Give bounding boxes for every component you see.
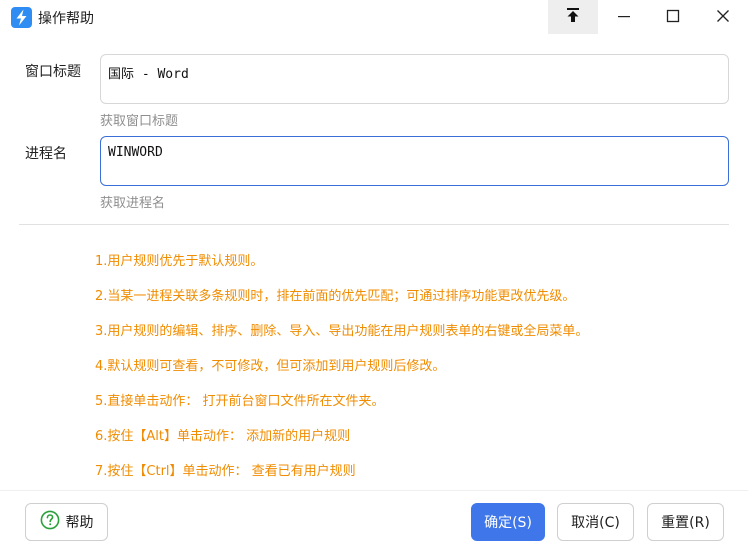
close-button[interactable] [698, 0, 748, 34]
tip-item: 1.用户规则优先于默认规则。 [95, 254, 264, 269]
divider [19, 224, 729, 225]
tip-item: 7.按住【Ctrl】单击动作： 查看已有用户规则 [95, 464, 356, 479]
footer-divider [0, 490, 748, 491]
tip-item: 5.直接单击动作： 打开前台窗口文件所在文件夹。 [95, 394, 385, 409]
help-button[interactable]: 帮助 [25, 503, 108, 541]
tip-item: 4.默认规则可查看，不可修改，但可添加到用户规则后修改。 [95, 359, 446, 374]
tip-item: 2.当某一进程关联多条规则时，排在前面的优先匹配；可通过排序功能更改优先级。 [95, 289, 576, 304]
window-title: 操作帮助 [38, 11, 94, 27]
maximize-icon [666, 8, 680, 27]
tip-item: 3.用户规则的编辑、排序、删除、导入、导出功能在用户规则表单的右键或全局菜单。 [95, 324, 589, 339]
close-icon [716, 8, 730, 27]
ok-button[interactable]: 确定(S) [471, 503, 545, 541]
reset-button[interactable]: 重置(R) [647, 503, 724, 541]
maximize-button[interactable] [648, 0, 698, 34]
minimize-button[interactable] [599, 0, 649, 34]
window-title-input[interactable]: 国际 - Word [100, 54, 729, 104]
title-bar: 操作帮助 [0, 0, 748, 34]
help-button-label: 帮助 [65, 515, 94, 531]
cancel-button[interactable]: 取消(C) [557, 503, 634, 541]
minimize-icon [617, 8, 631, 27]
window-title-label: 窗口标题 [25, 64, 81, 80]
process-name-input[interactable]: WINWORD [100, 136, 729, 186]
pin-to-top-button[interactable] [548, 0, 598, 34]
process-name-hint: 获取进程名 [100, 196, 166, 211]
pin-to-top-icon [565, 7, 581, 27]
lightning-app-icon [11, 7, 32, 28]
window-title-hint: 获取窗口标题 [100, 114, 179, 129]
tip-item: 6.按住【Alt】单击动作： 添加新的用户规则 [95, 429, 351, 444]
process-name-label: 进程名 [25, 146, 67, 162]
help-icon [40, 510, 60, 534]
